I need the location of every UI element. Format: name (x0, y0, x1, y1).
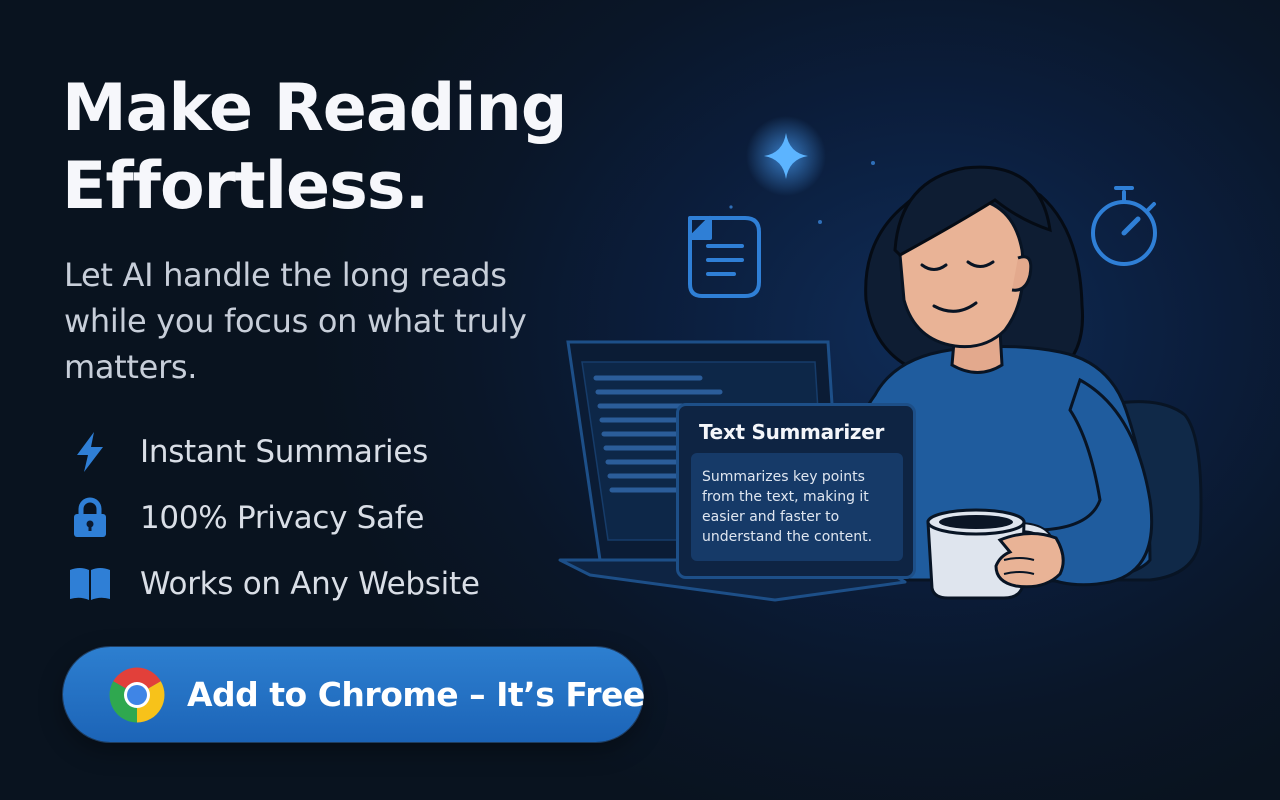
headline-line-2: Effortless. (62, 149, 429, 224)
feature-privacy-safe: 100% Privacy Safe (66, 494, 424, 542)
lightning-bolt-icon (66, 428, 114, 476)
subtitle: Let AI handle the long reads while you f… (64, 256, 527, 386)
sparkle-icon (746, 116, 826, 196)
hand (994, 532, 1065, 589)
add-to-chrome-button[interactable]: Add to Chrome – It’s Free (63, 647, 645, 742)
document-icon (688, 216, 761, 298)
feature-label: Works on Any Website (140, 566, 480, 602)
add-to-chrome-label: Add to Chrome – It’s Free (187, 675, 645, 714)
headline: Make Reading Effortless. (62, 70, 567, 226)
stopwatch-icon (1091, 186, 1157, 266)
feature-any-website: Works on Any Website (66, 560, 480, 608)
lock-icon (66, 494, 114, 542)
open-book-icon (66, 560, 114, 608)
feature-instant-summaries: Instant Summaries (66, 428, 428, 476)
chrome-logo-icon (109, 667, 165, 723)
headline-line-1: Make Reading (62, 71, 567, 146)
feature-label: Instant Summaries (140, 434, 428, 470)
feature-label: 100% Privacy Safe (140, 500, 425, 536)
text-summarizer-card: Text Summarizer Summarizes key points fr… (676, 403, 916, 579)
card-title: Text Summarizer (699, 420, 885, 444)
card-description: Summarizes key points from the text, mak… (691, 453, 903, 561)
